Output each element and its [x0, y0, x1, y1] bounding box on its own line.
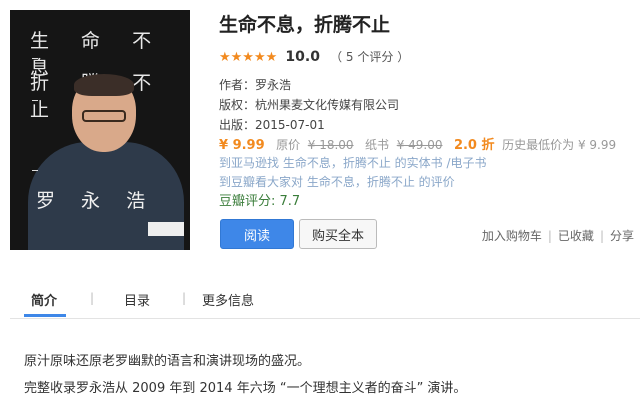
action-separator: |: [599, 229, 604, 243]
douban-score: 豆瓣评分: 7.7: [219, 194, 301, 209]
read-button[interactable]: 阅读: [220, 219, 294, 249]
tab-bar: 简介 | 目录 | 更多信息: [10, 278, 640, 319]
add-to-cart-link[interactable]: 加入购物车: [482, 229, 542, 243]
publish-line: 出版：2015-07-01: [219, 118, 325, 132]
action-links: 加入购物车 | 已收藏 | 分享: [482, 227, 634, 244]
lowest-price-note: 历史最低价为 ¥ 9.99: [502, 138, 617, 152]
rating-count: （ 5 个评分 ）: [330, 50, 410, 64]
original-price: ¥ 18.00: [307, 138, 354, 152]
author-line: 作者：罗永浩: [219, 78, 292, 92]
cover-portrait-glasses: [82, 110, 126, 122]
cover-dash: [32, 100, 38, 101]
cover-dash: [32, 170, 38, 171]
tab-toc[interactable]: 目录: [124, 290, 150, 309]
paper-price-label: 纸书: [365, 138, 390, 152]
buy-full-button[interactable]: 购买全本: [299, 219, 377, 249]
copyright-line: 版权：杭州果麦文化传媒有限公司: [219, 98, 400, 112]
cover-author: 罗 永 浩: [36, 190, 156, 212]
tab-separator: |: [90, 291, 95, 305]
rating-score: 10.0: [285, 49, 320, 65]
cover-publisher-mark: [148, 222, 184, 236]
original-price-label: 原价: [276, 138, 301, 152]
tab-intro[interactable]: 简介: [31, 290, 57, 309]
book-title: 生命不息，折腾不止: [219, 14, 391, 36]
star-rating-icon: ★★★★★: [219, 50, 278, 65]
price-row: ¥ 9.99 原价 ¥ 18.00 纸书 ¥ 49.00 2.0 折 历史最低价…: [219, 134, 616, 153]
share-link[interactable]: 分享: [610, 229, 634, 243]
collected-link[interactable]: 已收藏: [558, 229, 594, 243]
douban-review-link[interactable]: 到豆瓣看大家对 生命不息，折腾不止 的评价: [219, 173, 455, 190]
cover-dash: [32, 58, 38, 59]
paper-price: ¥ 49.00: [396, 138, 443, 152]
action-separator: |: [547, 229, 552, 243]
current-price: ¥ 9.99: [219, 138, 265, 153]
intro-line-2: 完整收录罗永浩从 2009 年到 2014 年六场 “一个理想主义者的奋斗” 演…: [24, 381, 467, 396]
tab-separator: |: [182, 291, 187, 305]
intro-line-1: 原汁原味还原老罗幽默的语言和演讲现场的盛况。: [24, 354, 311, 369]
cover-portrait-hair: [74, 74, 134, 96]
active-tab-indicator: [24, 314, 66, 317]
rating: ★★★★★ 10.0 （ 5 个评分 ）: [219, 48, 409, 65]
book-cover: 生 命 不 息 折 腾 不 止 罗 永 浩: [10, 10, 190, 250]
discount-badge: 2.0 折: [453, 138, 495, 153]
amazon-link[interactable]: 到亚马逊找 生命不息，折腾不止 的实体书 /电子书: [219, 154, 487, 171]
tab-more-info[interactable]: 更多信息: [202, 290, 254, 309]
